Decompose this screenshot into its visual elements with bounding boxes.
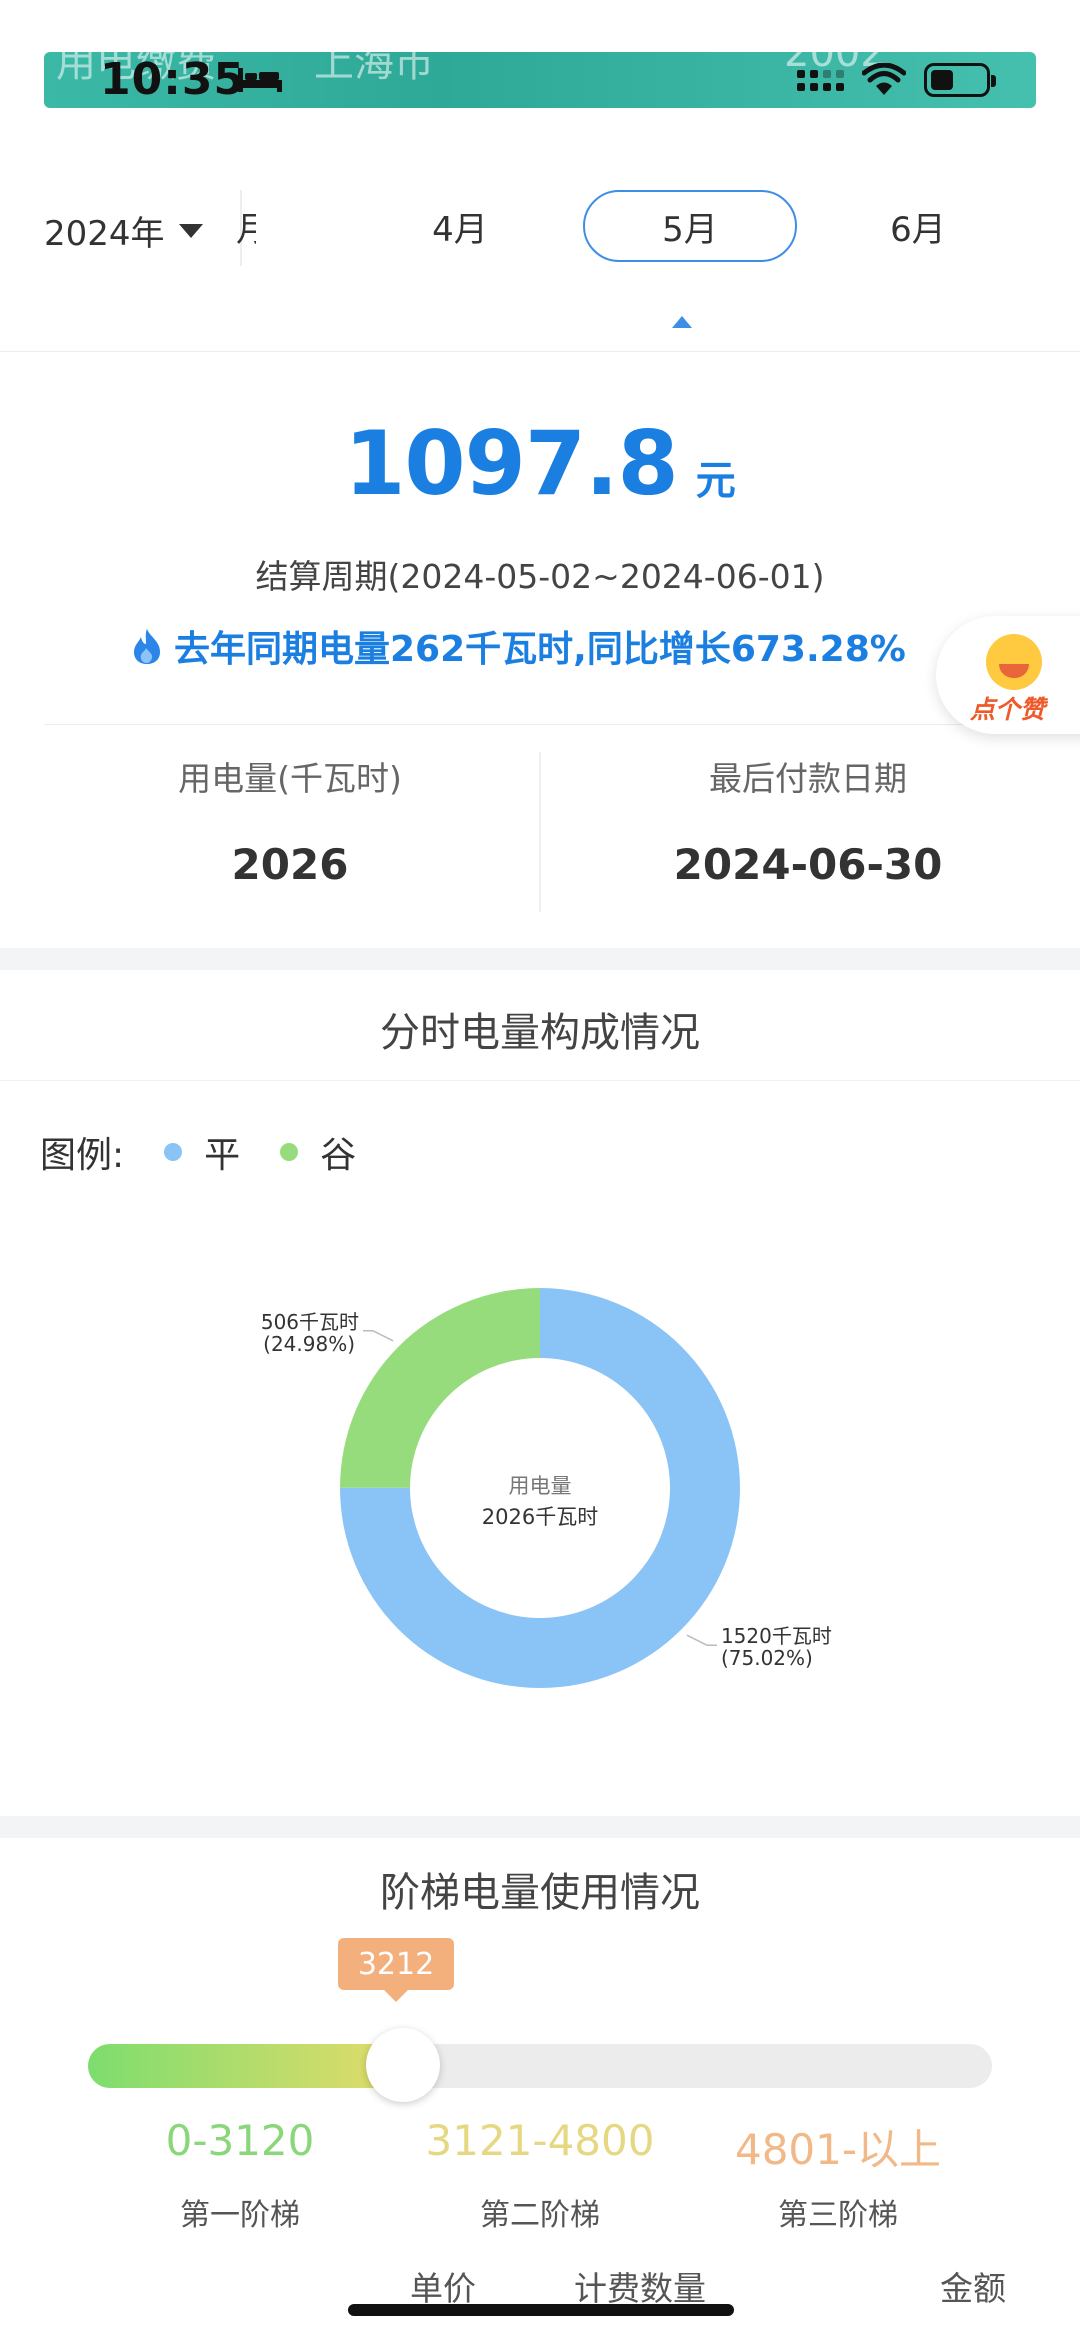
bill-summary-card: 1097.8 元 结算周期(2024-05-02~2024-06-01) 去年同期… [0, 352, 1080, 948]
home-indicator[interactable] [348, 2304, 734, 2316]
due-date-stat: 最后付款日期 2024-06-30 [558, 752, 1058, 889]
caret-down-icon [178, 223, 203, 238]
tier-progress-knob [366, 2028, 440, 2102]
wifi-icon [862, 63, 906, 95]
section-title: 阶梯电量使用情况 [380, 1870, 700, 1916]
slice-leader-line [686, 1634, 717, 1646]
usage-stat: 用电量(千瓦时) 2026 [40, 752, 540, 889]
section-title: 分时电量构成情况 [380, 1010, 700, 1056]
slice-percent-label: (24.98%) [263, 1332, 355, 1356]
status-icons [797, 60, 996, 100]
time-of-use-section: 分时电量构成情况 图例: 平 谷 用电量 2026千瓦时 1520千瓦时 (75.… [0, 970, 1080, 1816]
center-value: 2026千瓦时 [482, 1505, 598, 1529]
tier-1-name: 第一阶梯 [180, 2198, 300, 2233]
month-selector: 2024年 月 4月 5月 6月 [0, 140, 1080, 352]
divider [44, 724, 1036, 725]
month-tab-4[interactable]: 4月 [390, 190, 530, 262]
divider [0, 1080, 1080, 1081]
amount-unit: 元 [695, 458, 736, 504]
yoy-comparison: 去年同期电量262千瓦时,同比增长673.28% [130, 620, 906, 672]
amount-value: 1097.8 [344, 412, 679, 515]
usage-label: 用电量(千瓦时) [178, 759, 402, 798]
smile-emoji-icon [986, 634, 1042, 690]
year-dropdown[interactable]: 2024年 [44, 206, 203, 255]
current-usage-bubble: 3212 [338, 1938, 454, 2002]
sleep-focus-icon [238, 68, 282, 92]
month-tab-6[interactable]: 6月 [848, 190, 988, 262]
banner-ghost-text: 上海市 [314, 52, 434, 86]
tier-2-range: 3121-4800 [425, 2116, 655, 2165]
usage-donut-chart: 用电量 2026千瓦时 1520千瓦时(75.02%) 506千瓦时(24.98%… [261, 1288, 832, 1688]
slice-value-label: 1520千瓦时 [721, 1624, 832, 1648]
status-time: 10:35 [100, 54, 246, 105]
column-header-amount: 金额 [940, 2269, 1006, 2308]
fee-table [44, 2248, 1036, 2341]
tier-3-range: 4801-以上 [734, 2125, 942, 2174]
month-tab-5-selected[interactable]: 5月 [583, 190, 797, 262]
legend-dot-flat [164, 1143, 183, 1161]
divider [539, 752, 541, 912]
comparison-text: 去年同期电量262千瓦时,同比增长673.28% [174, 629, 906, 670]
column-header-unit-price: 单价 [410, 2269, 476, 2308]
year-label: 2024年 [44, 214, 165, 254]
billing-period: 结算周期(2024-05-02~2024-06-01) [255, 557, 825, 596]
tier-progress-track [88, 2044, 992, 2088]
slice-percent-label: (75.02%) [721, 1646, 813, 1670]
month-tab-3[interactable]: 月 [236, 190, 256, 262]
selected-month-indicator [672, 316, 692, 328]
slice-value-label: 506千瓦时 [261, 1310, 359, 1334]
legend-dot-valley [280, 1143, 299, 1161]
tier-3-name: 第三阶梯 [778, 2198, 898, 2233]
center-label: 用电量 [509, 1474, 572, 1498]
like-button[interactable]: 点个赞 [936, 616, 1080, 734]
cellular-signal-icon [797, 69, 844, 91]
tier-2-name: 第二阶梯 [480, 2198, 600, 2233]
like-label: 点个赞 [970, 695, 1046, 724]
tier-1-range: 0-3120 [165, 2116, 315, 2165]
bill-amount: 1097.8 元 [0, 412, 1080, 515]
column-header-quantity: 计费数量 [574, 2269, 706, 2308]
battery-icon [924, 63, 996, 97]
tier-progress-fill [88, 2044, 396, 2088]
donut-slice-valley[interactable] [340, 1288, 540, 1488]
due-date-value: 2024-06-30 [673, 840, 943, 889]
slice-leader-line [363, 1330, 394, 1342]
due-date-label: 最后付款日期 [709, 759, 907, 798]
flame-icon [134, 629, 160, 664]
usage-value: 2026 [231, 840, 349, 889]
